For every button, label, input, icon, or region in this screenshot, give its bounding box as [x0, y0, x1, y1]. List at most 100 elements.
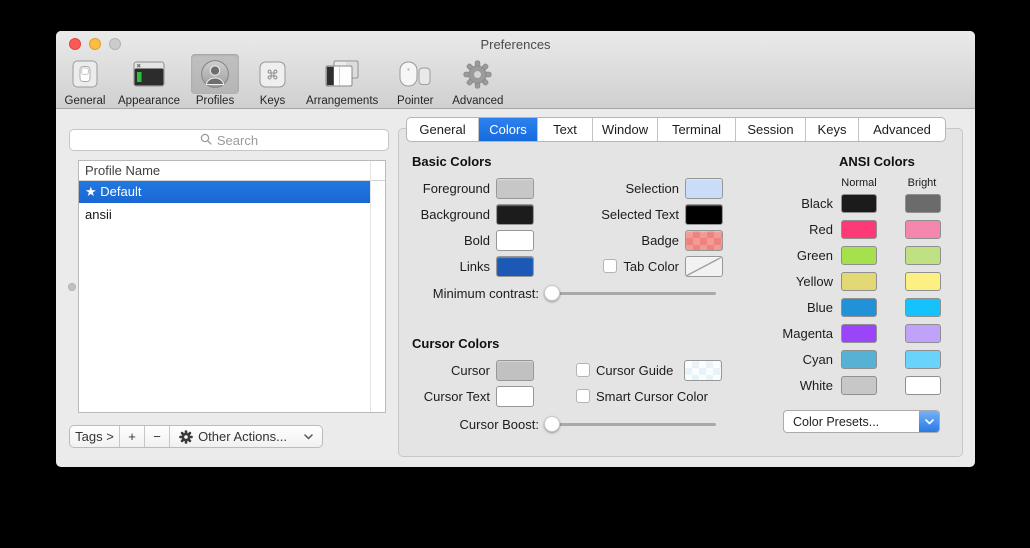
toolbar-item-keys[interactable]: ⌘ Keys — [247, 54, 298, 107]
basic-colors-right-rows: SelectionSelected TextBadgeTab Color — [579, 175, 723, 279]
cursor-boost-slider[interactable] — [546, 423, 716, 426]
color-well-selected-text[interactable] — [685, 204, 723, 225]
ansi-well-magenta-normal[interactable] — [841, 324, 877, 343]
tab-window[interactable]: Window — [593, 118, 658, 141]
ansi-well-yellow-bright[interactable] — [905, 272, 941, 291]
ansi-row-label: White — [759, 378, 833, 393]
ansi-well-blue-bright[interactable] — [905, 298, 941, 317]
toolbar-item-advanced[interactable]: Advanced — [449, 54, 506, 107]
check-row-smart-cursor-color: Smart Cursor Color — [576, 383, 722, 409]
ansi-row-blue: Blue — [759, 294, 941, 320]
color-row-label: Cursor — [412, 363, 490, 378]
profile-row-default[interactable]: ★ Default — [79, 181, 371, 203]
toolbar-item-general[interactable]: General — [60, 54, 110, 107]
profile-actions-bar: Tags > + −Other Actions... — [69, 425, 323, 448]
toolbar-item-label: Arrangements — [306, 95, 378, 107]
color-row-label: Background — [412, 207, 490, 222]
ansi-row-white: White — [759, 372, 941, 398]
toolbar-item-label: Keys — [260, 95, 286, 107]
toolbar-item-pointer[interactable]: Pointer — [386, 54, 444, 107]
tab-terminal[interactable]: Terminal — [658, 118, 736, 141]
ansi-well-red-bright[interactable] — [905, 220, 941, 239]
ansi-well-blue-normal[interactable] — [841, 298, 877, 317]
ansi-colors-title: ANSI Colors — [839, 154, 915, 169]
color-row-label: Bold — [412, 233, 490, 248]
tab-colors[interactable]: Colors — [479, 118, 538, 141]
color-well-selection[interactable] — [685, 178, 723, 199]
button-label: − — [153, 429, 161, 444]
other-actions-button[interactable]: Other Actions... — [170, 426, 322, 447]
color-row-cursor: Cursor — [412, 357, 534, 383]
color-row-label: Cursor Text — [412, 389, 490, 404]
ansi-well-green-bright[interactable] — [905, 246, 941, 265]
ansi-row-red: Red — [759, 216, 941, 242]
tags-button[interactable]: Tags > — [70, 426, 120, 447]
ansi-well-black-normal[interactable] — [841, 194, 877, 213]
color-well-cursor-guide[interactable] — [684, 360, 722, 381]
color-presets-dropdown[interactable]: Color Presets... — [783, 410, 940, 433]
splitter-handle-dot[interactable] — [68, 283, 76, 291]
tab-color-checkbox[interactable] — [603, 259, 617, 273]
toolbar-item-profiles[interactable]: Profiles — [188, 54, 242, 107]
color-well-tab-color[interactable] — [685, 256, 723, 277]
minimum-contrast-slider-knob[interactable] — [544, 285, 560, 301]
color-well-foreground[interactable] — [496, 178, 534, 199]
ansi-well-white-normal[interactable] — [841, 376, 877, 395]
color-row-label: Tab Color — [579, 259, 679, 274]
ansi-row-label: Yellow — [759, 274, 833, 289]
remove-profile-button[interactable]: − — [145, 426, 170, 447]
ansi-color-rows: BlackRedGreenYellowBlueMagentaCyanWhite — [759, 190, 941, 398]
ansi-well-cyan-normal[interactable] — [841, 350, 877, 369]
color-well-cursor[interactable] — [496, 360, 534, 381]
profile-list-header[interactable]: Profile Name — [79, 161, 385, 181]
color-row-label: Badge — [579, 233, 679, 248]
color-well-background[interactable] — [496, 204, 534, 225]
ansi-row-green: Green — [759, 242, 941, 268]
toggle-icon — [63, 54, 107, 94]
profile-name-column-header: Profile Name — [85, 163, 160, 178]
color-well-bold[interactable] — [496, 230, 534, 251]
ansi-bright-column-header: Bright — [892, 177, 952, 189]
ansi-row-label: Red — [759, 222, 833, 237]
ansi-row-label: Green — [759, 248, 833, 263]
color-row-cursor-text: Cursor Text — [412, 383, 534, 409]
color-well-cursor-text[interactable] — [496, 386, 534, 407]
minimum-contrast-slider[interactable] — [546, 292, 716, 295]
smart-cursor-color-checkbox[interactable] — [576, 389, 590, 403]
ansi-well-red-normal[interactable] — [841, 220, 877, 239]
toolbar-item-appearance[interactable]: Appearance — [115, 54, 183, 107]
keycap-icon: ⌘ — [250, 54, 295, 94]
ansi-row-label: Black — [759, 196, 833, 211]
tab-session[interactable]: Session — [736, 118, 806, 141]
scrollbar-track[interactable] — [370, 161, 371, 412]
svg-text:⌘: ⌘ — [266, 68, 279, 83]
title-bar: Preferences GeneralAppearanceProfiles⌘Ke… — [56, 31, 975, 109]
cursor-guide-checkbox[interactable] — [576, 363, 590, 377]
toolbar-item-arrangements[interactable]: Arrangements — [303, 54, 381, 107]
profiles-icon — [191, 54, 239, 94]
gear-icon — [454, 54, 501, 94]
ansi-well-green-normal[interactable] — [841, 246, 877, 265]
ansi-well-black-bright[interactable] — [905, 194, 941, 213]
color-well-badge[interactable] — [685, 230, 723, 251]
ansi-well-white-bright[interactable] — [905, 376, 941, 395]
ansi-well-magenta-bright[interactable] — [905, 324, 941, 343]
check-row-cursor-guide: Cursor Guide — [576, 357, 722, 383]
ansi-well-cyan-bright[interactable] — [905, 350, 941, 369]
tab-advanced[interactable]: Advanced — [859, 118, 945, 141]
search-input[interactable]: Search — [69, 129, 389, 151]
profile-row-ansii[interactable]: ansii — [79, 203, 371, 225]
profile-rows: ★ Defaultansii — [79, 181, 385, 225]
color-row-label-text: Tab Color — [623, 259, 679, 274]
color-well-links[interactable] — [496, 256, 534, 277]
ansi-well-yellow-normal[interactable] — [841, 272, 877, 291]
preferences-toolbar: GeneralAppearanceProfiles ⌘ Keys Arrangemen… — [60, 54, 506, 107]
tab-text[interactable]: Text — [538, 118, 593, 141]
tab-keys[interactable]: Keys — [806, 118, 859, 141]
tab-general[interactable]: General — [407, 118, 479, 141]
color-row-links: Links — [412, 253, 534, 279]
button-label: + — [128, 429, 136, 444]
color-row-tab-color: Tab Color — [579, 253, 723, 279]
add-profile-button[interactable]: + — [120, 426, 145, 447]
cursor-boost-slider-knob[interactable] — [544, 416, 560, 432]
